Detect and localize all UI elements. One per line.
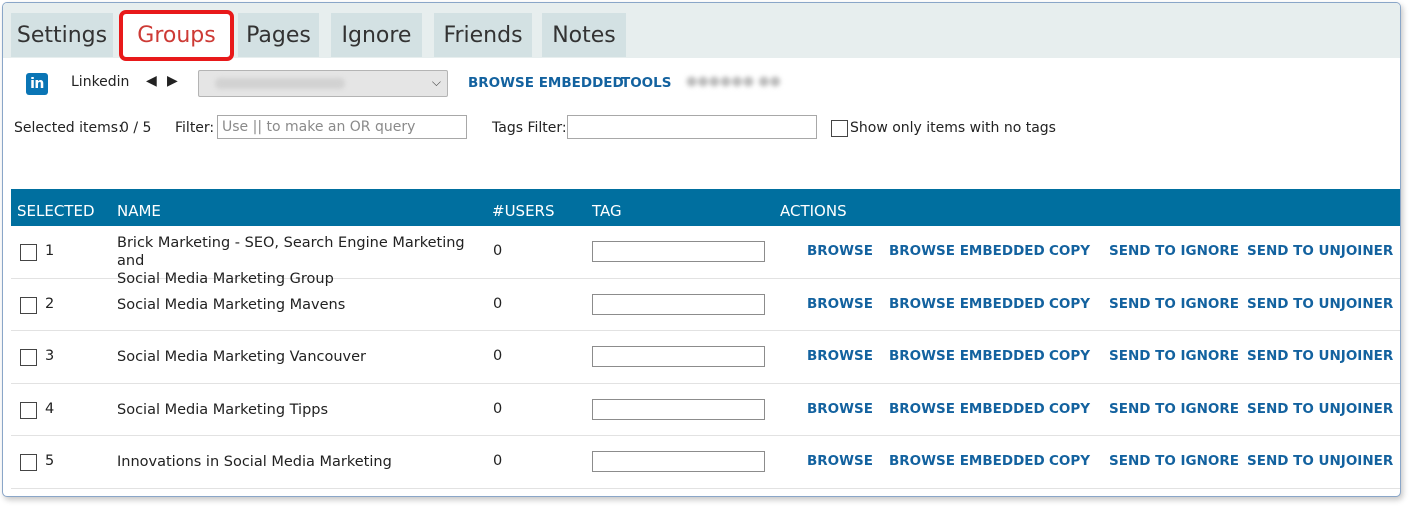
table-row: 2 Social Media Marketing Mavens 0 BROWSE… — [11, 279, 1400, 332]
no-tags-label: Show only items with no tags — [850, 120, 1056, 136]
group-name-line: Brick Marketing - SEO, Search Engine Mar… — [117, 235, 465, 269]
tag-input[interactable] — [592, 241, 765, 262]
tab-pages[interactable]: Pages — [238, 13, 319, 57]
row-select-checkbox[interactable] — [20, 296, 37, 314]
group-name: Innovations in Social Media Marketing — [117, 454, 392, 471]
group-name: Social Media Marketing Vancouver — [117, 349, 366, 366]
browse-button[interactable]: BROWSE — [807, 453, 873, 469]
filter-label: Filter: — [175, 120, 215, 136]
browse-button[interactable]: BROWSE — [807, 243, 873, 259]
row-select-checkbox[interactable] — [20, 244, 37, 261]
row-select-checkbox[interactable] — [20, 401, 37, 419]
prev-arrow-icon[interactable]: ◀ — [146, 73, 157, 89]
network-label: Linkedin — [71, 74, 130, 90]
row-number: 5 — [45, 453, 55, 470]
user-count: 0 — [493, 243, 503, 259]
filter-bar: Selected items: 0 / 5 Filter: Tags Filte… — [3, 113, 1400, 143]
group-name: Social Media Marketing Tipps — [117, 401, 329, 418]
browse-embedded-button[interactable]: BROWSE EMBEDDED — [889, 348, 1045, 364]
tag-input[interactable] — [592, 346, 765, 368]
browse-embedded-link[interactable]: BROWSE EMBEDDED — [468, 75, 624, 91]
row-select-checkbox[interactable] — [20, 454, 37, 472]
copy-button[interactable]: COPY — [1049, 243, 1090, 259]
send-to-unjoiner-button[interactable]: SEND TO UNJOINER — [1247, 296, 1393, 312]
browse-button[interactable]: BROWSE — [807, 296, 873, 312]
toolbar: in Linkedin ◀ ▶ ⌵ BROWSE EMBEDDED TOOLS … — [3, 65, 1400, 101]
tab-groups[interactable]: Groups — [122, 13, 231, 57]
tag-input[interactable] — [592, 398, 765, 420]
no-tags-checkbox[interactable] — [831, 120, 848, 137]
browse-button[interactable]: BROWSE — [807, 348, 873, 364]
next-arrow-icon[interactable]: ▶ — [167, 73, 178, 89]
row-number: 4 — [45, 400, 55, 417]
row-select-checkbox[interactable] — [20, 349, 37, 367]
table-row: 3 Social Media Marketing Vancouver 0 BRO… — [11, 331, 1400, 384]
copy-button[interactable]: COPY — [1049, 348, 1090, 364]
row-number: 2 — [45, 295, 55, 312]
copy-button[interactable]: COPY — [1049, 296, 1090, 312]
filter-input[interactable] — [217, 115, 467, 139]
chevron-down-icon: ⌵ — [431, 75, 441, 89]
table-row: 4 Social Media Marketing Tipps 0 BROWSE … — [11, 384, 1400, 437]
send-to-ignore-button[interactable]: SEND TO IGNORE — [1109, 401, 1239, 417]
browse-embedded-button[interactable]: BROWSE EMBEDDED — [889, 453, 1045, 469]
column-header-tag: TAG — [592, 202, 622, 220]
tools-link[interactable]: TOOLS — [621, 75, 672, 91]
browse-button[interactable]: BROWSE — [807, 401, 873, 417]
selected-items-label: Selected items: — [14, 120, 123, 136]
browse-embedded-button[interactable]: BROWSE EMBEDDED — [889, 296, 1045, 312]
row-number: 3 — [45, 348, 55, 365]
tags-filter-input[interactable] — [567, 115, 817, 139]
browse-embedded-button[interactable]: BROWSE EMBEDDED — [889, 401, 1045, 417]
column-header-selected: SELECTED — [17, 202, 95, 220]
send-to-unjoiner-button[interactable]: SEND TO UNJOINER — [1247, 243, 1393, 259]
tab-notes[interactable]: Notes — [542, 13, 626, 57]
tab-settings[interactable]: Settings — [11, 13, 113, 57]
column-header-name: NAME — [117, 202, 161, 220]
user-count: 0 — [493, 453, 503, 470]
column-header-users: #USERS — [492, 202, 555, 220]
send-to-unjoiner-button[interactable]: SEND TO UNJOINER — [1247, 453, 1393, 469]
column-header-actions: ACTIONS — [780, 202, 847, 220]
account-select[interactable]: ⌵ — [198, 70, 448, 97]
tags-filter-label: Tags Filter: — [492, 120, 567, 136]
send-to-ignore-button[interactable]: SEND TO IGNORE — [1109, 296, 1239, 312]
row-number: 1 — [45, 243, 55, 259]
tag-input[interactable] — [592, 293, 765, 315]
user-count: 0 — [493, 295, 503, 312]
send-to-ignore-button[interactable]: SEND TO IGNORE — [1109, 243, 1239, 259]
browse-embedded-button[interactable]: BROWSE EMBEDDED — [889, 243, 1045, 259]
blurred-followers-count: ●●●●●● ●● — [686, 74, 781, 89]
copy-button[interactable]: COPY — [1049, 401, 1090, 417]
app-window: Settings Groups Pages Ignore Friends Not… — [2, 2, 1401, 497]
send-to-ignore-button[interactable]: SEND TO IGNORE — [1109, 348, 1239, 364]
copy-button[interactable]: COPY — [1049, 453, 1090, 469]
group-name: Social Media Marketing Mavens — [117, 296, 346, 313]
tab-ignore[interactable]: Ignore — [331, 13, 422, 57]
send-to-ignore-button[interactable]: SEND TO IGNORE — [1109, 453, 1239, 469]
linkedin-icon[interactable]: in — [26, 73, 48, 95]
send-to-unjoiner-button[interactable]: SEND TO UNJOINER — [1247, 348, 1393, 364]
table-row: 5 Innovations in Social Media Marketing … — [11, 436, 1400, 489]
user-count: 0 — [493, 348, 503, 365]
tab-friends[interactable]: Friends — [434, 13, 532, 57]
tag-input[interactable] — [592, 451, 765, 473]
table-header: SELECTED NAME #USERS TAG ACTIONS — [11, 189, 1400, 226]
groups-table: SELECTED NAME #USERS TAG ACTIONS 1 Brick… — [11, 189, 1400, 489]
selected-items-count: 0 / 5 — [120, 120, 152, 136]
user-count: 0 — [493, 400, 503, 417]
tab-bar: Settings Groups Pages Ignore Friends Not… — [3, 3, 1400, 61]
table-row: 1 Brick Marketing - SEO, Search Engine M… — [11, 226, 1400, 287]
blurred-account-name — [215, 78, 345, 89]
send-to-unjoiner-button[interactable]: SEND TO UNJOINER — [1247, 401, 1393, 417]
